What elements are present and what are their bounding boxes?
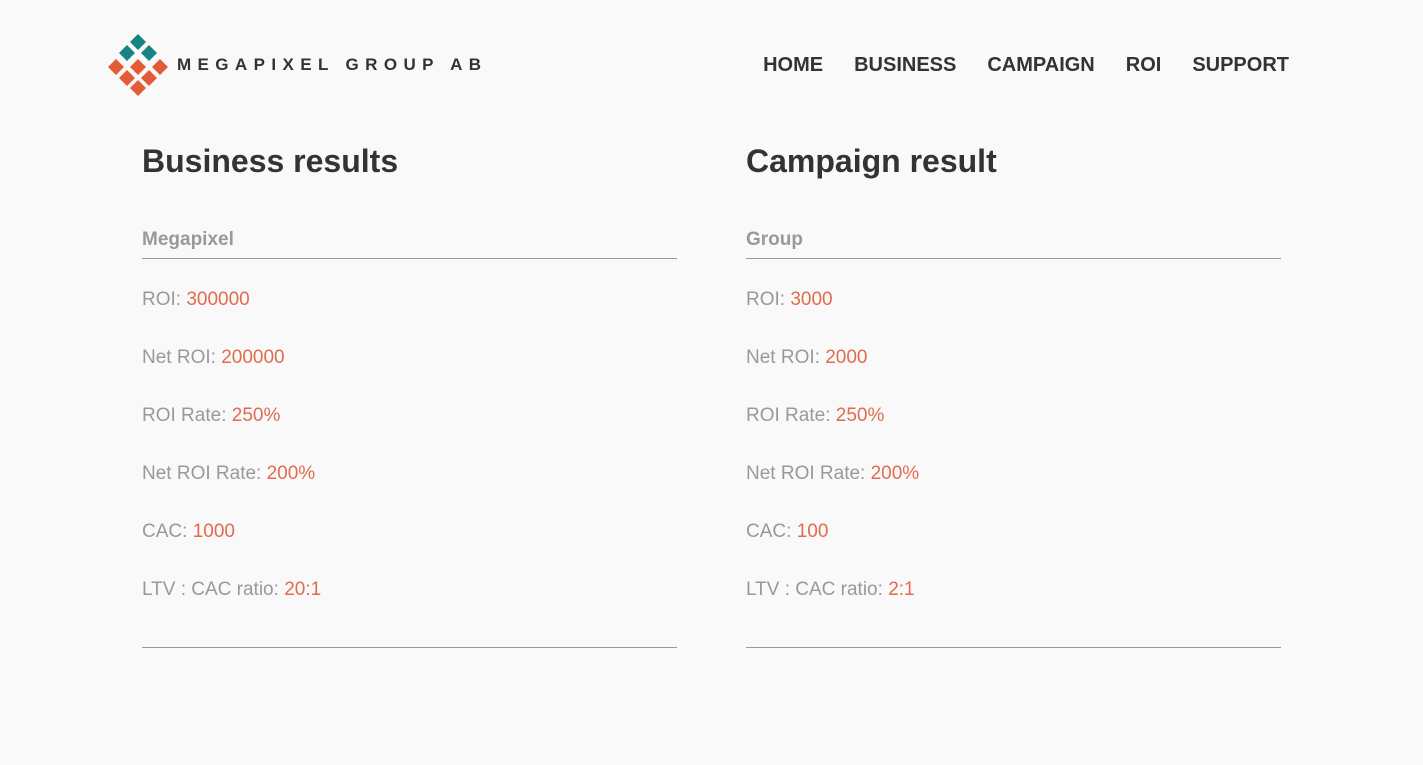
- metric-label: CAC:: [142, 521, 193, 542]
- brand-logo[interactable]: MEGAPIXEL GROUP AB: [107, 34, 487, 96]
- nav-roi[interactable]: ROI: [1126, 54, 1162, 77]
- metric-roi: ROI: 3000: [746, 283, 1281, 341]
- business-metrics: ROI: 300000 Net ROI: 200000 ROI Rate: 25…: [142, 283, 677, 648]
- metric-value: 200%: [870, 463, 920, 484]
- metric-label: Net ROI:: [142, 347, 222, 368]
- metric-value: 3000: [790, 289, 833, 310]
- business-results-title: Business results: [142, 143, 399, 179]
- metric-roi-rate: ROI Rate: 250%: [142, 399, 677, 457]
- metric-roi: ROI: 300000: [142, 283, 677, 341]
- metric-net-roi: Net ROI: 2000: [746, 341, 1281, 399]
- site-header: MEGAPIXEL GROUP AB HOME BUSINESS CAMPAIG…: [0, 0, 1423, 130]
- metric-cac: CAC: 1000: [142, 515, 677, 573]
- business-results-section: Business results Megapixel ROI: 300000 N…: [142, 142, 677, 648]
- metric-roi-rate: ROI Rate: 250%: [746, 399, 1281, 457]
- metric-cac: CAC: 100: [746, 515, 1281, 573]
- metric-ltv-cac-ratio: LTV : CAC ratio: 20:1: [142, 573, 677, 631]
- metric-value: 2:1: [888, 579, 915, 600]
- metric-net-roi: Net ROI: 200000: [142, 341, 677, 399]
- metric-label: ROI Rate:: [746, 405, 836, 426]
- nav-home[interactable]: HOME: [763, 54, 823, 77]
- metric-ltv-cac-ratio: LTV : CAC ratio: 2:1: [746, 573, 1281, 631]
- metric-net-roi-rate: Net ROI Rate: 200%: [746, 457, 1281, 515]
- campaign-subtitle: Group: [746, 229, 1281, 259]
- metric-label: Net ROI Rate:: [142, 463, 267, 484]
- main-nav: HOME BUSINESS CAMPAIGN ROI SUPPORT: [763, 54, 1289, 77]
- metric-label: ROI:: [746, 289, 791, 310]
- metric-value: 1000: [192, 521, 235, 542]
- metric-value: 200%: [266, 463, 316, 484]
- metric-net-roi-rate: Net ROI Rate: 200%: [142, 457, 677, 515]
- metric-label: LTV : CAC ratio:: [142, 579, 285, 600]
- metric-value: 250%: [231, 405, 281, 426]
- metric-value: 2000: [825, 347, 868, 368]
- campaign-metrics: ROI: 3000 Net ROI: 2000 ROI Rate: 250% N…: [746, 283, 1281, 648]
- nav-campaign[interactable]: CAMPAIGN: [987, 54, 1094, 77]
- metric-label: LTV : CAC ratio:: [746, 579, 889, 600]
- metric-value: 100: [796, 521, 829, 542]
- metric-label: Net ROI:: [746, 347, 826, 368]
- campaign-result-section: Campaign result Group ROI: 3000 Net ROI:…: [746, 142, 1281, 648]
- metric-value: 200000: [221, 347, 285, 368]
- metric-value: 20:1: [284, 579, 322, 600]
- nav-support[interactable]: SUPPORT: [1192, 54, 1289, 77]
- metric-value: 300000: [186, 289, 250, 310]
- metric-value: 250%: [835, 405, 885, 426]
- brand-name: MEGAPIXEL GROUP AB: [177, 55, 488, 74]
- metric-label: Net ROI Rate:: [746, 463, 871, 484]
- logo-mark-icon: [108, 34, 168, 96]
- metric-label: ROI Rate:: [142, 405, 232, 426]
- metric-label: ROI:: [142, 289, 187, 310]
- nav-business[interactable]: BUSINESS: [854, 54, 956, 77]
- metric-label: CAC:: [746, 521, 797, 542]
- campaign-result-title: Campaign result: [746, 143, 997, 179]
- business-subtitle: Megapixel: [142, 229, 677, 259]
